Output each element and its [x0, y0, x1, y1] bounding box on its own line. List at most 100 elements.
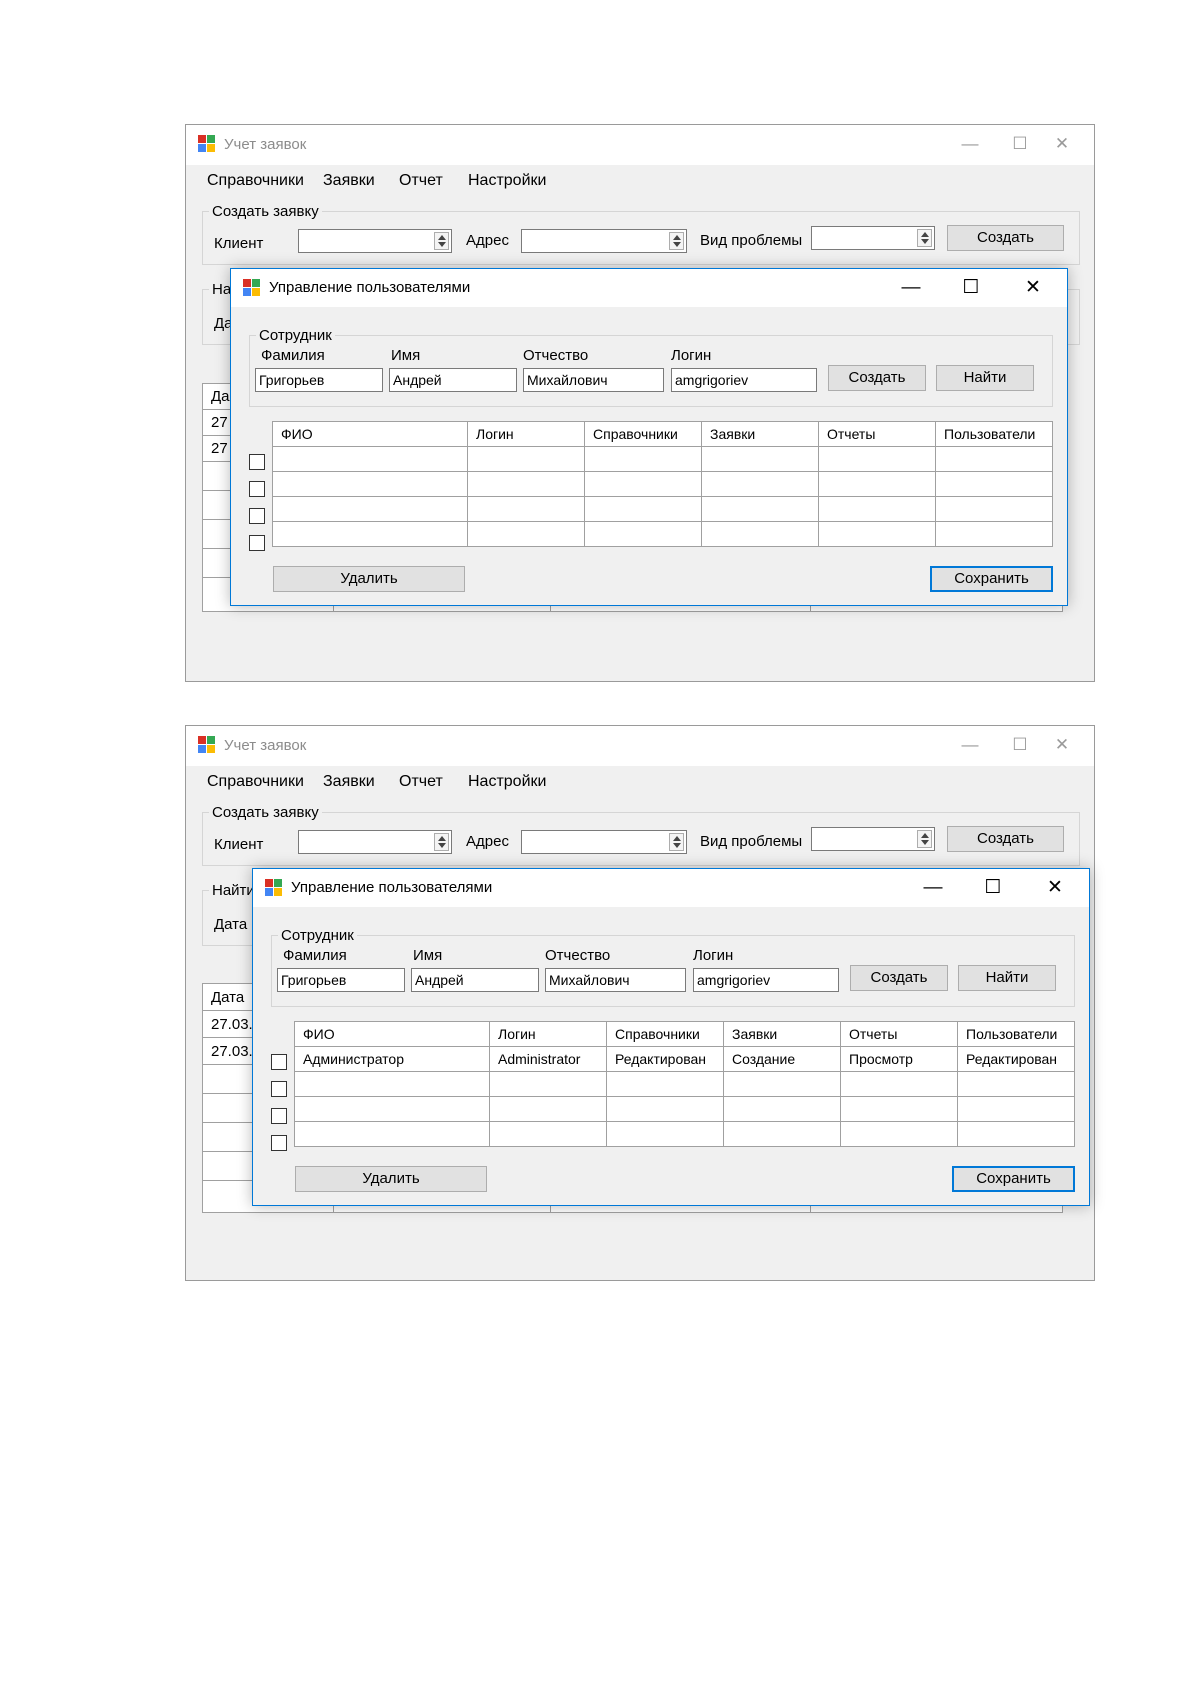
- patronymic-field[interactable]: Михайлович: [545, 968, 686, 992]
- cell-requests[interactable]: Создание: [723, 1046, 841, 1072]
- app-icon: [243, 279, 261, 297]
- address-spinner[interactable]: [521, 229, 687, 253]
- table-row[interactable]: Администратор Administrator Редактирован…: [294, 1046, 1075, 1072]
- client-spinner[interactable]: [298, 229, 452, 253]
- problem-type-spinner[interactable]: [811, 226, 935, 250]
- minimize-icon[interactable]: —: [950, 131, 990, 157]
- spin-arrows-icon[interactable]: [917, 229, 932, 247]
- row-checkbox[interactable]: [249, 535, 265, 551]
- client-spinner[interactable]: [298, 830, 452, 854]
- minimize-icon[interactable]: —: [891, 275, 931, 301]
- column-header-fio[interactable]: ФИО: [294, 1021, 490, 1047]
- employee-group: Сотрудник: [271, 927, 1075, 1007]
- address-label: Адрес: [466, 232, 509, 249]
- column-header-users[interactable]: Пользователи: [935, 421, 1053, 447]
- menu-item-references[interactable]: Справочники: [207, 773, 304, 791]
- cell-reports[interactable]: Просмотр: [840, 1046, 958, 1072]
- cell-users[interactable]: Редактирован: [957, 1046, 1075, 1072]
- column-header-login[interactable]: Логин: [489, 1021, 607, 1047]
- delete-button[interactable]: Удалить: [273, 566, 465, 592]
- create-request-button[interactable]: Создать: [947, 225, 1064, 251]
- spin-arrows-icon[interactable]: [917, 830, 932, 848]
- create-request-legend: Создать заявку: [212, 804, 319, 821]
- save-button[interactable]: Сохранить: [930, 566, 1053, 592]
- close-icon[interactable]: ✕: [1042, 732, 1082, 758]
- table-row[interactable]: [294, 1096, 1075, 1122]
- users-grid[interactable]: ФИО Логин Справочники Заявки Отчеты Поль…: [294, 1021, 1075, 1147]
- row-checkbox[interactable]: [249, 454, 265, 470]
- user-management-dialog-1: Управление пользователями — ☐ ✕ Сотрудни…: [230, 268, 1068, 606]
- minimize-icon[interactable]: —: [913, 875, 953, 901]
- find-group-legend: Найти: [212, 882, 255, 899]
- delete-button[interactable]: Удалить: [295, 1166, 487, 1192]
- firstname-field[interactable]: Андрей: [389, 368, 517, 392]
- row-checkbox[interactable]: [271, 1054, 287, 1070]
- address-spinner[interactable]: [521, 830, 687, 854]
- menu-item-requests[interactable]: Заявки: [323, 773, 375, 791]
- maximize-icon[interactable]: ☐: [1000, 131, 1040, 157]
- create-user-button[interactable]: Создать: [828, 365, 926, 391]
- users-grid[interactable]: ФИО Логин Справочники Заявки Отчеты Поль…: [272, 421, 1053, 547]
- column-header-requests[interactable]: Заявки: [723, 1021, 841, 1047]
- menu-item-settings[interactable]: Настройки: [468, 172, 546, 190]
- create-user-button[interactable]: Создать: [850, 965, 948, 991]
- find-user-button[interactable]: Найти: [958, 965, 1056, 991]
- menu-item-settings[interactable]: Настройки: [468, 773, 546, 791]
- lastname-field[interactable]: Григорьев: [277, 968, 405, 992]
- cell-login[interactable]: Administrator: [489, 1046, 607, 1072]
- close-icon[interactable]: ✕: [1035, 875, 1075, 901]
- address-label: Адрес: [466, 833, 509, 850]
- save-button[interactable]: Сохранить: [952, 1166, 1075, 1192]
- column-header-references[interactable]: Справочники: [584, 421, 702, 447]
- lastname-field[interactable]: Григорьев: [255, 368, 383, 392]
- maximize-icon[interactable]: ☐: [951, 275, 991, 301]
- spin-arrows-icon[interactable]: [669, 833, 684, 851]
- patronymic-field[interactable]: Михайлович: [523, 368, 664, 392]
- cell-references[interactable]: Редактирован: [606, 1046, 724, 1072]
- table-row[interactable]: [272, 521, 1053, 547]
- close-icon[interactable]: ✕: [1013, 275, 1053, 301]
- column-header-requests[interactable]: Заявки: [701, 421, 819, 447]
- spin-arrows-icon[interactable]: [669, 232, 684, 250]
- column-header-reports[interactable]: Отчеты: [840, 1021, 958, 1047]
- table-row[interactable]: [272, 446, 1053, 472]
- problem-type-spinner[interactable]: [811, 827, 935, 851]
- menu-item-report[interactable]: Отчет: [399, 773, 443, 791]
- cell-fio[interactable]: Администратор: [294, 1046, 490, 1072]
- table-row[interactable]: [272, 496, 1053, 522]
- spin-arrows-icon[interactable]: [434, 833, 449, 851]
- menu-bar: Справочники Заявки Отчет Настройки: [186, 165, 1094, 197]
- dialog-title: Управление пользователями: [291, 879, 493, 896]
- row-checkbox[interactable]: [249, 481, 265, 497]
- minimize-icon[interactable]: —: [950, 732, 990, 758]
- menu-item-report[interactable]: Отчет: [399, 172, 443, 190]
- firstname-label: Имя: [391, 347, 421, 364]
- create-request-button[interactable]: Создать: [947, 826, 1064, 852]
- row-checkbox[interactable]: [249, 508, 265, 524]
- login-field[interactable]: amgrigoriev: [693, 968, 839, 992]
- menu-item-requests[interactable]: Заявки: [323, 172, 375, 190]
- close-icon[interactable]: ✕: [1042, 131, 1082, 157]
- column-header-references[interactable]: Справочники: [606, 1021, 724, 1047]
- table-row[interactable]: [294, 1071, 1075, 1097]
- patronymic-label: Отчество: [545, 947, 611, 964]
- table-row[interactable]: [294, 1121, 1075, 1147]
- login-field[interactable]: amgrigoriev: [671, 368, 817, 392]
- row-checkbox[interactable]: [271, 1108, 287, 1124]
- row-checkbox[interactable]: [271, 1081, 287, 1097]
- column-header-login[interactable]: Логин: [467, 421, 585, 447]
- menu-item-references[interactable]: Справочники: [207, 172, 304, 190]
- column-header-fio[interactable]: ФИО: [272, 421, 468, 447]
- employee-legend: Сотрудник: [259, 327, 332, 344]
- table-row[interactable]: [272, 471, 1053, 497]
- find-user-button[interactable]: Найти: [936, 365, 1034, 391]
- maximize-icon[interactable]: ☐: [973, 875, 1013, 901]
- column-header-users[interactable]: Пользователи: [957, 1021, 1075, 1047]
- row-checkbox[interactable]: [271, 1135, 287, 1151]
- spin-arrows-icon[interactable]: [434, 232, 449, 250]
- employee-group: Сотрудник: [249, 327, 1053, 407]
- maximize-icon[interactable]: ☐: [1000, 732, 1040, 758]
- column-header-reports[interactable]: Отчеты: [818, 421, 936, 447]
- firstname-field[interactable]: Андрей: [411, 968, 539, 992]
- firstname-label: Имя: [413, 947, 443, 964]
